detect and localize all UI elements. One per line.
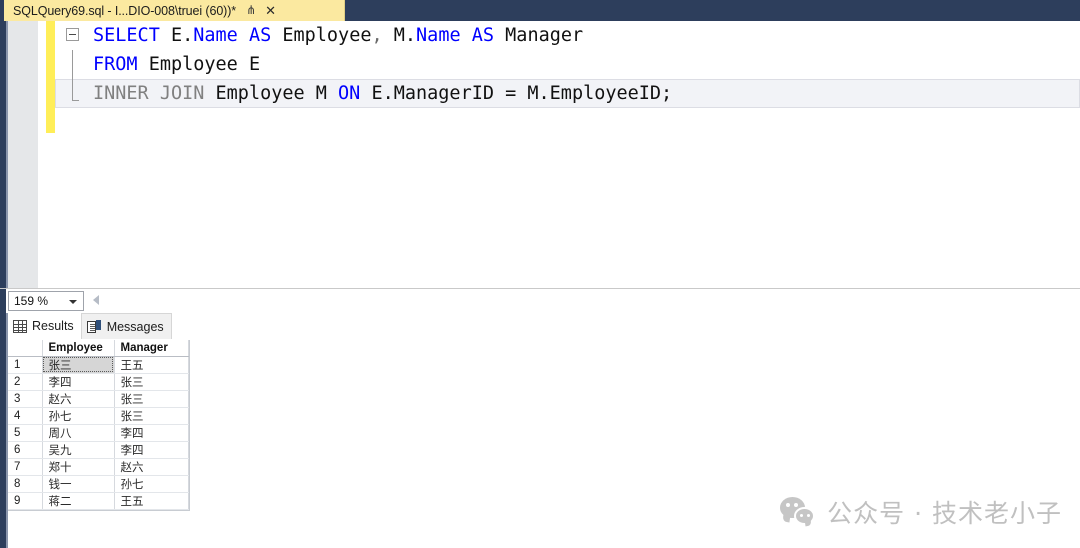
cell-employee[interactable]: 周八 [42, 424, 115, 442]
table-row[interactable]: 1 张三 王五 [8, 356, 189, 374]
document-tab-strip: SQLQuery69.sql - I...DIO-008\truei (60))… [0, 0, 1080, 21]
cell-employee[interactable]: 吴九 [42, 441, 115, 459]
row-number-cell[interactable]: 1 [8, 356, 43, 374]
sql-editor[interactable]: SELECT E.Name AS Employee, M.Name AS Man… [0, 21, 1080, 288]
close-icon[interactable]: ✕ [265, 4, 276, 17]
cell-employee[interactable]: 孙七 [42, 407, 115, 425]
code-token: , [371, 25, 383, 46]
row-number-cell[interactable]: 6 [8, 441, 43, 459]
cell-manager[interactable]: 王五 [114, 492, 189, 510]
row-number-cell[interactable]: 8 [8, 475, 43, 493]
cell-manager[interactable]: 赵六 [114, 458, 189, 476]
row-number-cell[interactable]: 3 [8, 390, 43, 408]
code-token: INNER JOIN [93, 83, 205, 104]
editor-status-bar: 159 % [0, 288, 1080, 314]
code-token: Employee [271, 25, 372, 46]
zoom-level-combobox[interactable]: 159 % [8, 291, 84, 311]
cell-employee[interactable]: 蒋二 [42, 492, 115, 510]
results-header-row: Employee Manager [8, 340, 189, 357]
row-number-cell[interactable]: 5 [8, 424, 43, 442]
results-grid[interactable]: Employee Manager 1 张三 王五 2 李四 张三 3 赵六 张三 4 孙七 张三 5 周八… [8, 340, 190, 511]
results-pane: Results Messages Employee Manager 1 张三 王五 [0, 313, 1080, 548]
editor-change-bar-rest [46, 133, 55, 288]
cell-manager[interactable]: 张三 [114, 373, 189, 391]
code-token: AS [471, 25, 495, 46]
cell-employee[interactable]: 郑十 [42, 458, 115, 476]
column-header-rownum[interactable] [8, 340, 43, 357]
row-number-cell[interactable]: 9 [8, 492, 43, 510]
scroll-left-arrow-icon[interactable] [93, 295, 99, 305]
row-number-cell[interactable]: 4 [8, 407, 43, 425]
table-row[interactable]: 9 蒋二 王五 [8, 492, 189, 510]
code-token: Employee E [137, 54, 261, 75]
code-token: Employee M [204, 83, 339, 104]
row-number-cell[interactable]: 2 [8, 373, 43, 391]
code-token: M. [382, 25, 417, 46]
watermark: 公众号 · 技术老小子 [780, 494, 1062, 530]
editor-margin-gap [38, 21, 46, 288]
document-tab-title: SQLQuery69.sql - I...DIO-008\truei (60))… [13, 3, 237, 18]
document-tab-sqlquery69[interactable]: SQLQuery69.sql - I...DIO-008\truei (60))… [4, 0, 345, 21]
cell-manager[interactable]: 孙七 [114, 475, 189, 493]
cell-manager[interactable]: 王五 [114, 356, 189, 374]
row-number-cell[interactable]: 7 [8, 458, 43, 476]
outline-guide-line [72, 50, 73, 79]
cell-employee[interactable]: 张三 [42, 356, 115, 374]
code-line-2[interactable]: FROM Employee E [55, 50, 1080, 79]
cell-employee[interactable]: 钱一 [42, 475, 115, 493]
column-header-employee[interactable]: Employee [42, 340, 115, 357]
code-token: SELECT [93, 25, 160, 46]
tab-messages[interactable]: Messages [80, 313, 172, 339]
table-row[interactable]: 7 郑十 赵六 [8, 458, 189, 476]
zoom-level-value: 159 % [14, 294, 49, 308]
code-line-1[interactable]: SELECT E.Name AS Employee, M.Name AS Man… [55, 21, 1080, 50]
code-token: Name [416, 25, 461, 46]
tab-messages-label: Messages [106, 319, 164, 334]
results-table: Employee Manager 1 张三 王五 2 李四 张三 3 赵六 张三 4 孙七 张三 5 周八… [8, 340, 189, 510]
results-table-head: Employee Manager [8, 340, 189, 357]
tab-results[interactable]: Results [8, 313, 81, 339]
cell-employee[interactable]: 赵六 [42, 390, 115, 408]
code-token: E. [159, 25, 194, 46]
code-token: ON [338, 83, 361, 104]
wechat-icon [780, 497, 816, 527]
results-table-body: 1 张三 王五 2 李四 张三 3 赵六 张三 4 孙七 张三 5 周八 李四 6 吴九 李四 7 郑十 赵六 8 钱一 孙七… [8, 356, 189, 510]
cell-manager[interactable]: 李四 [114, 441, 189, 459]
horizontal-scrollbar[interactable] [104, 289, 1080, 313]
table-row[interactable]: 3 赵六 张三 [8, 390, 189, 408]
outline-guide-line [72, 79, 73, 100]
collapse-minus-icon[interactable] [66, 28, 79, 41]
cell-manager[interactable]: 李四 [114, 424, 189, 442]
table-row[interactable]: 5 周八 李四 [8, 424, 189, 442]
column-header-manager[interactable]: Manager [114, 340, 189, 357]
cell-manager[interactable]: 张三 [114, 390, 189, 408]
status-bar-rail [0, 289, 6, 314]
code-token: E.ManagerID = M.EmployeeID; [360, 83, 673, 104]
watermark-text: 公众号 · 技术老小子 [827, 499, 1062, 528]
table-row[interactable]: 6 吴九 李四 [8, 441, 189, 459]
ssms-window: SQLQuery69.sql - I...DIO-008\truei (60))… [0, 0, 1080, 548]
grid-icon [13, 319, 27, 333]
chevron-down-icon[interactable] [69, 300, 77, 304]
cell-manager[interactable]: 张三 [114, 407, 189, 425]
results-tab-bar: Results Messages [8, 313, 172, 339]
outline-guide-foot [72, 100, 79, 101]
table-row[interactable]: 2 李四 张三 [8, 373, 189, 391]
code-token: AS [248, 25, 272, 46]
tab-results-label: Results [32, 319, 74, 333]
editor-change-bar [46, 21, 55, 133]
table-row[interactable]: 4 孙七 张三 [8, 407, 189, 425]
code-token: Name [193, 25, 238, 46]
messages-icon [86, 319, 102, 334]
code-line-3[interactable]: INNER JOIN Employee M ON E.ManagerID = M… [55, 79, 1080, 108]
table-row[interactable]: 8 钱一 孙七 [8, 475, 189, 493]
code-token: Manager [494, 25, 584, 46]
sql-code-text[interactable]: SELECT E.Name AS Employee, M.Name AS Man… [55, 21, 1080, 288]
editor-indicator-margin[interactable] [8, 21, 38, 288]
pin-icon[interactable]: ⋔ [246, 4, 256, 16]
cell-employee[interactable]: 李四 [42, 373, 115, 391]
code-token: FROM [93, 54, 138, 75]
